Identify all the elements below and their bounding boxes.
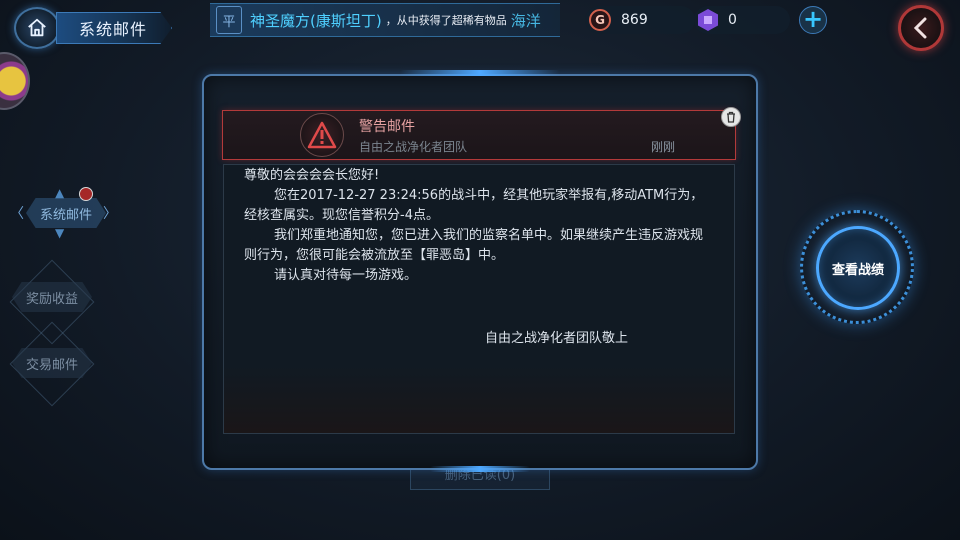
view-stats-button[interactable]: 查看战绩: [816, 226, 900, 310]
gem-icon: [698, 9, 718, 31]
mail-signature: 自由之战净化者团队敬上: [485, 331, 629, 346]
gem-amount: 0: [728, 12, 737, 28]
back-chevron-icon: [913, 17, 927, 39]
trash-icon: [727, 111, 735, 123]
ticker-badge: 平: [216, 6, 242, 34]
panel-glow: [400, 70, 560, 76]
home-button[interactable]: [14, 7, 60, 49]
ticker-message: ，从中获得了超稀有物品: [385, 14, 507, 27]
warning-badge: [300, 113, 344, 157]
gold-currency: G 869: [585, 6, 695, 34]
player-avatar[interactable]: [0, 52, 30, 110]
back-button[interactable]: [898, 5, 944, 51]
panel-glow: [430, 466, 530, 472]
gem-currency: 0: [694, 6, 790, 34]
mail-content: 尊敬的会会会会长您好! 您在2017-12-27 23:24:56的战斗中，经其…: [244, 166, 714, 286]
page-title: 系统邮件: [56, 12, 172, 44]
ticker-item-name: 神圣魔方(康斯坦丁): [250, 11, 382, 30]
nav-chevron-up-icon: ▲: [55, 186, 65, 200]
mail-time: 刚刚: [651, 140, 676, 154]
nav-item-trade-mail[interactable]: 交易邮件: [12, 348, 92, 378]
nav-chevron-left-icon: 〈: [10, 206, 24, 222]
nav-item-rewards[interactable]: 奖励收益: [12, 282, 92, 312]
announcement-ticker: 平 神圣魔方(康斯坦丁) ，从中获得了超稀有物品 海洋: [210, 3, 560, 37]
ticker-tail: 海洋: [510, 11, 541, 30]
home-icon: [28, 18, 46, 37]
mail-sender: 自由之战净化者团队: [359, 140, 468, 154]
delete-mail-button[interactable]: [721, 107, 741, 127]
nav-item-system-mail[interactable]: 系统邮件: [26, 198, 106, 228]
add-currency-button[interactable]: +: [799, 6, 827, 34]
mail-paragraph: 我们郑重地通知您，您已进入我们的监察名单中。如果继续产生违反游戏规则行为，您很可…: [244, 228, 704, 263]
mail-paragraph: 您在2017-12-27 23:24:56的战斗中，经其他玩家举报有,移动ATM…: [244, 188, 704, 223]
warning-triangle-icon: [307, 121, 337, 149]
mail-greeting: 尊敬的会会会会长您好!: [244, 168, 380, 183]
mail-title: 警告邮件: [359, 119, 415, 135]
unread-badge: [79, 187, 93, 201]
gold-coin-icon: G: [589, 9, 611, 31]
mail-paragraph: 请认真对待每一场游戏。: [274, 268, 418, 283]
gold-amount: 869: [621, 12, 648, 28]
nav-chevron-down-icon: ▼: [55, 226, 65, 240]
